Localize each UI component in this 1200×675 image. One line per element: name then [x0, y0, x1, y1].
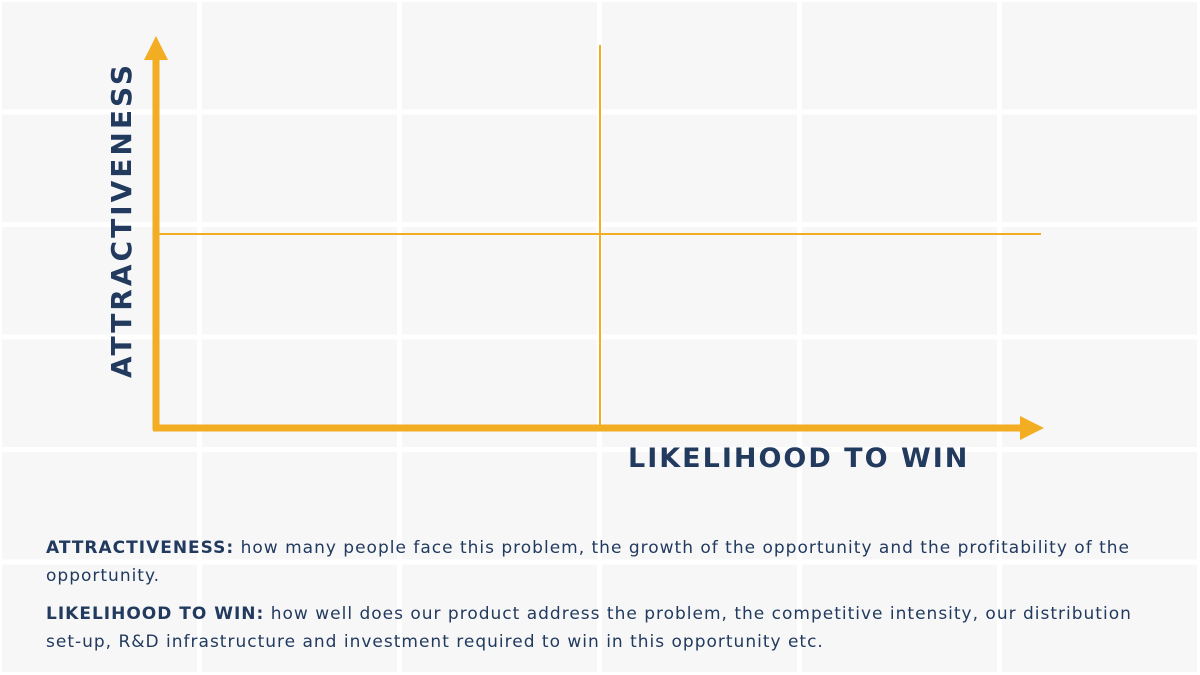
- attractiveness-definition: ATTRACTIVENESS: how many people face thi…: [46, 534, 1166, 590]
- definitions-block: ATTRACTIVENESS: how many people face thi…: [46, 534, 1166, 666]
- y-axis-arrowhead: [144, 36, 168, 60]
- x-axis-arrowhead: [1020, 416, 1044, 440]
- x-axis-label: LIKELIHOOD TO WIN: [628, 443, 970, 474]
- y-axis-label: ATTRACTIVENESS: [105, 61, 138, 379]
- definition-term: ATTRACTIVENESS:: [46, 538, 235, 558]
- definition-term: LIKELIHOOD TO WIN:: [46, 604, 265, 624]
- likelihood-definition: LIKELIHOOD TO WIN: how well does our pro…: [46, 600, 1166, 656]
- quadrant-diagram: [144, 36, 1044, 440]
